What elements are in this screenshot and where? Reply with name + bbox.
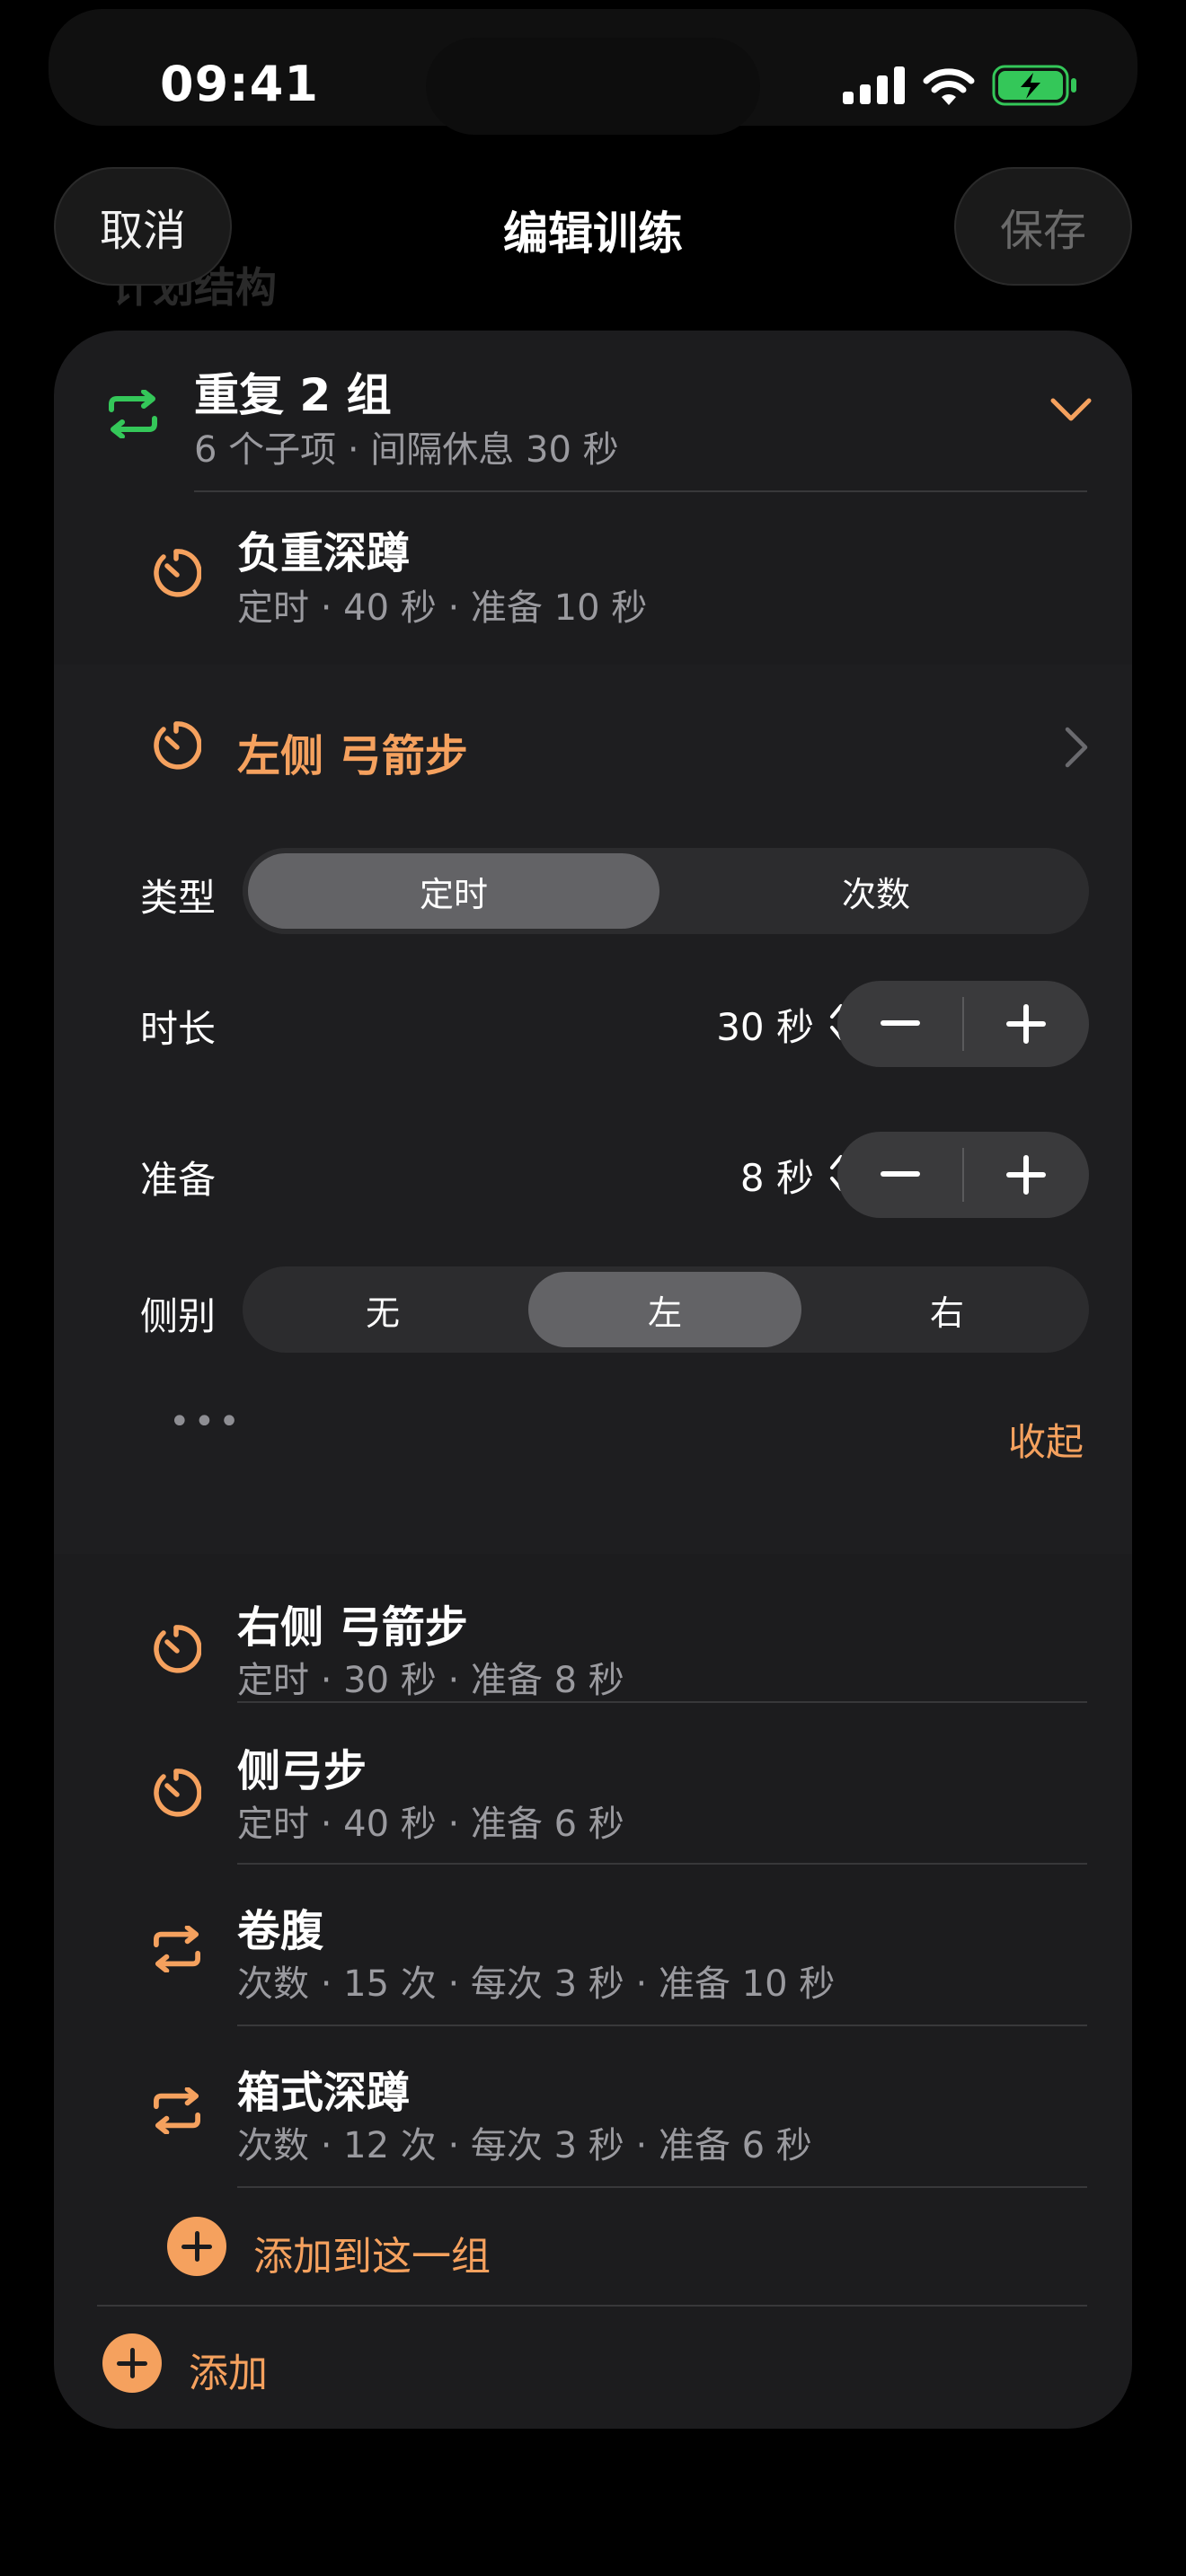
item-title: 卷腹 [237, 1906, 324, 1956]
plus-circle-icon [167, 2217, 226, 2276]
item-subtitle: 次数 · 15 次 · 每次 3 秒 · 准备 10 秒 [237, 1963, 836, 2005]
plus-icon [117, 2348, 147, 2378]
add-label: 添加 [189, 2351, 268, 2396]
list-item[interactable]: 右侧 弓箭步 定时 · 30 秒 · 准备 8 秒 [54, 1561, 1132, 1721]
timer-icon [154, 1625, 201, 1673]
minus-button[interactable] [837, 1132, 963, 1218]
status-bar: 09:41 [0, 0, 1186, 171]
cellular-signal-icon [843, 66, 905, 104]
item-subtitle: 次数 · 12 次 · 每次 3 秒 · 准备 6 秒 [237, 2125, 812, 2166]
side-option-left[interactable]: 左 [528, 1272, 801, 1347]
side-option-none[interactable]: 无 [248, 1272, 518, 1347]
battery-charging-icon [992, 65, 1076, 106]
expanded-item-header[interactable]: 左侧 弓箭步 [54, 690, 1132, 798]
repeat-group-header[interactable]: 重复 2 组 6 个子项 · 间隔休息 30 秒 [54, 331, 1132, 490]
prepare-stepper [837, 1132, 1089, 1218]
timer-icon [154, 549, 201, 597]
wifi-icon [923, 68, 975, 105]
add-to-group-button[interactable]: 添加到这一组 [54, 2188, 1132, 2305]
type-label: 类型 [140, 876, 217, 920]
minus-icon [881, 1020, 920, 1026]
dynamic-island [426, 38, 760, 135]
plus-button[interactable] [963, 981, 1089, 1067]
repeat-icon [154, 2087, 200, 2134]
item-subtitle: 定时 · 40 秒 · 准备 6 秒 [237, 1804, 624, 1845]
item-title: 负重深蹲 [237, 528, 411, 578]
group-title: 重复 2 组 [194, 369, 392, 421]
item-title: 右侧 弓箭步 [237, 1602, 468, 1653]
side-label: 侧别 [140, 1294, 217, 1338]
prepare-label: 准备 [140, 1158, 217, 1202]
list-item[interactable]: 负重深蹲 定时 · 40 秒 · 准备 10 秒 [54, 492, 1132, 665]
plus-button[interactable] [963, 1132, 1089, 1218]
timer-icon [154, 721, 201, 770]
minus-icon [881, 1171, 920, 1177]
plus-circle-icon [102, 2333, 162, 2393]
item-subtitle: 定时 · 40 秒 · 准备 10 秒 [237, 587, 648, 629]
save-button[interactable]: 保存 [954, 167, 1132, 286]
plus-icon [181, 2231, 212, 2262]
minus-button[interactable] [837, 981, 963, 1067]
expanded-item-title: 左侧 弓箭步 [237, 731, 468, 781]
status-time: 09:41 [160, 56, 319, 112]
more-options-button[interactable]: ••• [169, 1401, 243, 1442]
status-icons [843, 65, 1078, 106]
list-item[interactable]: 箱式深蹲 次数 · 12 次 · 每次 3 秒 · 准备 6 秒 [54, 2026, 1132, 2186]
plus-icon [1006, 1004, 1046, 1044]
collapse-button[interactable]: 收起 [1008, 1412, 1084, 1467]
plan-card: 重复 2 组 6 个子项 · 间隔休息 30 秒 负重深蹲 定时 · 40 秒 … [54, 331, 1132, 2429]
duration-label: 时长 [140, 1007, 217, 1051]
add-to-group-label: 添加到这一组 [253, 2234, 491, 2280]
list-item[interactable]: 卷腹 次数 · 15 次 · 每次 3 秒 · 准备 10 秒 [54, 1865, 1132, 2025]
side-option-right[interactable]: 右 [812, 1272, 1082, 1347]
prepare-value: 8 秒 [739, 1156, 814, 1200]
plus-icon [1006, 1155, 1046, 1195]
add-button[interactable]: 添加 [54, 2307, 1132, 2423]
type-option-timed[interactable]: 定时 [248, 853, 659, 929]
side-segmented-control: 无 左 右 [243, 1266, 1089, 1353]
repeat-icon [154, 1926, 200, 1972]
item-title: 箱式深蹲 [237, 2068, 411, 2118]
item-title: 侧弓步 [237, 1746, 367, 1796]
repeat-icon [109, 390, 157, 438]
duration-value: 30 秒 [716, 1005, 814, 1049]
list-item[interactable]: 侧弓步 定时 · 40 秒 · 准备 6 秒 [54, 1703, 1132, 1863]
type-segmented-control: 定时 次数 [243, 848, 1089, 934]
group-subtitle: 6 个子项 · 间隔休息 30 秒 [194, 429, 619, 471]
chevron-down-icon[interactable] [1049, 397, 1093, 424]
item-subtitle: 定时 · 30 秒 · 准备 8 秒 [237, 1660, 624, 1701]
chevron-right-icon[interactable] [1062, 726, 1089, 769]
timer-icon [154, 1769, 201, 1817]
duration-stepper [837, 981, 1089, 1067]
type-option-reps[interactable]: 次数 [670, 853, 1082, 929]
